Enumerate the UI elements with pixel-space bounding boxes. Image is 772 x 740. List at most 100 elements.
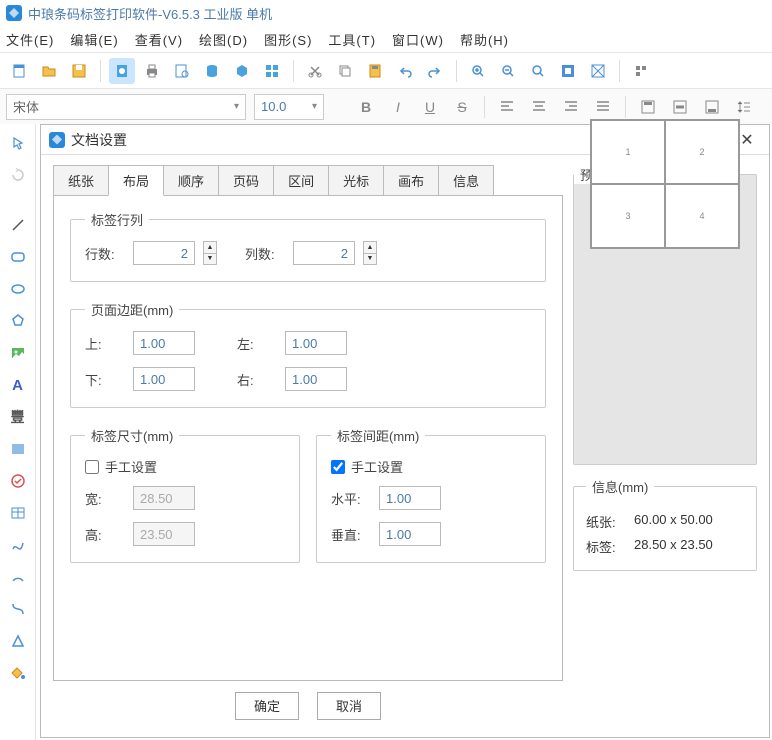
size-manual-checkbox[interactable]: 手工设置 (85, 457, 285, 476)
bezier-tool[interactable] (5, 596, 31, 622)
margin-top-label: 上: (85, 334, 125, 353)
valign-middle-button[interactable] (666, 94, 694, 120)
zoom-out-button[interactable] (495, 58, 521, 84)
menu-draw[interactable]: 绘图(D) (199, 30, 248, 49)
strike-button[interactable]: S (448, 94, 476, 120)
polygon-tool[interactable] (5, 308, 31, 334)
cols-spinner[interactable]: ▲▼ (363, 241, 377, 265)
margin-right-input[interactable] (285, 367, 347, 391)
tab-range[interactable]: 区间 (273, 165, 329, 196)
dialog-main: 纸张 布局 顺序 页码 区间 光标 画布 信息 标签行列 行数: (53, 165, 563, 729)
print-button[interactable] (139, 58, 165, 84)
doc-settings-button[interactable] (109, 58, 135, 84)
rowcol-legend: 标签行列 (85, 210, 149, 229)
cut-button[interactable] (302, 58, 328, 84)
dialog-icon (49, 132, 65, 148)
align-justify-button[interactable] (589, 94, 617, 120)
fit-window-button[interactable] (555, 58, 581, 84)
open-button[interactable] (36, 58, 62, 84)
rows-spinner[interactable]: ▲▼ (203, 241, 217, 265)
menu-file[interactable]: 文件(E) (6, 30, 54, 49)
select-tool[interactable] (5, 130, 31, 156)
valign-top-button[interactable] (634, 94, 662, 120)
gap-manual-input[interactable] (331, 460, 345, 474)
menu-window[interactable]: 窗口(W) (392, 30, 444, 49)
tab-cursor[interactable]: 光标 (328, 165, 384, 196)
info-label-label: 标签: (586, 537, 626, 556)
ellipse-tool[interactable] (5, 276, 31, 302)
size-manual-input[interactable] (85, 460, 99, 474)
rich-text-tool[interactable]: 豐 (5, 404, 31, 430)
line-tool[interactable] (5, 212, 31, 238)
margin-bottom-input[interactable] (133, 367, 195, 391)
menu-view[interactable]: 查看(V) (135, 30, 183, 49)
tab-info[interactable]: 信息 (438, 165, 494, 196)
redo-button[interactable] (422, 58, 448, 84)
align-right-button[interactable] (557, 94, 585, 120)
align-left-button[interactable] (493, 94, 521, 120)
cube-button[interactable] (229, 58, 255, 84)
bold-button[interactable]: B (352, 94, 380, 120)
rows-input[interactable] (133, 241, 195, 265)
barcode-tool[interactable] (5, 436, 31, 462)
line-spacing-button[interactable] (730, 94, 758, 120)
preview-cell-4: 4 (665, 184, 739, 248)
arc-tool[interactable] (5, 564, 31, 590)
image-tool[interactable] (5, 340, 31, 366)
menu-help[interactable]: 帮助(H) (460, 30, 509, 49)
object-properties-button[interactable] (628, 58, 654, 84)
margin-bottom-label: 下: (85, 370, 125, 389)
qrcode-tool[interactable] (5, 468, 31, 494)
tab-order[interactable]: 顺序 (163, 165, 219, 196)
undo-button[interactable] (392, 58, 418, 84)
rounded-rect-tool[interactable] (5, 244, 31, 270)
menu-tools[interactable]: 工具(T) (328, 30, 376, 49)
size-fieldset: 标签尺寸(mm) 手工设置 宽: 高: (70, 426, 300, 563)
valign-bottom-button[interactable] (698, 94, 726, 120)
menu-edit[interactable]: 编辑(E) (70, 30, 118, 49)
cancel-button[interactable]: 取消 (317, 692, 381, 720)
database-button[interactable] (199, 58, 225, 84)
margin-left-input[interactable] (285, 331, 347, 355)
tab-paper[interactable]: 纸张 (53, 165, 109, 196)
menubar: 文件(E) 编辑(E) 查看(V) 绘图(D) 图形(S) 工具(T) 窗口(W… (0, 26, 772, 52)
tab-page[interactable]: 页码 (218, 165, 274, 196)
tools-palette: A 豐 (0, 124, 36, 740)
fit-selection-button[interactable] (585, 58, 611, 84)
gap-fieldset: 标签间距(mm) 手工设置 水平: 垂直: (316, 426, 546, 563)
text-tool[interactable]: A (5, 372, 31, 398)
zoom-fit-button[interactable] (525, 58, 551, 84)
paste-button[interactable] (362, 58, 388, 84)
triangle-tool[interactable] (5, 628, 31, 654)
app-icon (6, 5, 22, 21)
print-preview-button[interactable] (169, 58, 195, 84)
curve-tool[interactable] (5, 532, 31, 558)
gap-manual-checkbox[interactable]: 手工设置 (331, 457, 531, 476)
menu-graphics[interactable]: 图形(S) (264, 30, 312, 49)
margin-left-label: 左: (237, 334, 277, 353)
fill-tool[interactable] (5, 660, 31, 686)
window-titlebar: 中琅条码标签打印软件-V6.5.3 工业版 单机 (0, 0, 772, 26)
tab-canvas[interactable]: 画布 (383, 165, 439, 196)
vgap-input[interactable] (379, 522, 441, 546)
underline-button[interactable]: U (416, 94, 444, 120)
hgap-input[interactable] (379, 486, 441, 510)
width-label: 宽: (85, 489, 125, 508)
margin-top-input[interactable] (133, 331, 195, 355)
preview-cell-3: 3 (591, 184, 665, 248)
new-doc-button[interactable] (6, 58, 32, 84)
zoom-in-button[interactable] (465, 58, 491, 84)
align-center-button[interactable] (525, 94, 553, 120)
italic-button[interactable]: I (384, 94, 412, 120)
cols-input[interactable] (293, 241, 355, 265)
font-size-select[interactable]: 10.0 (254, 94, 324, 120)
ok-button[interactable]: 确定 (235, 692, 299, 720)
rotate-tool[interactable] (5, 162, 31, 188)
font-family-select[interactable]: 宋体 (6, 94, 246, 120)
table-tool[interactable] (5, 500, 31, 526)
copy-button[interactable] (332, 58, 358, 84)
tab-layout[interactable]: 布局 (108, 165, 164, 196)
save-button[interactable] (66, 58, 92, 84)
grid-button[interactable] (259, 58, 285, 84)
width-input (133, 486, 195, 510)
